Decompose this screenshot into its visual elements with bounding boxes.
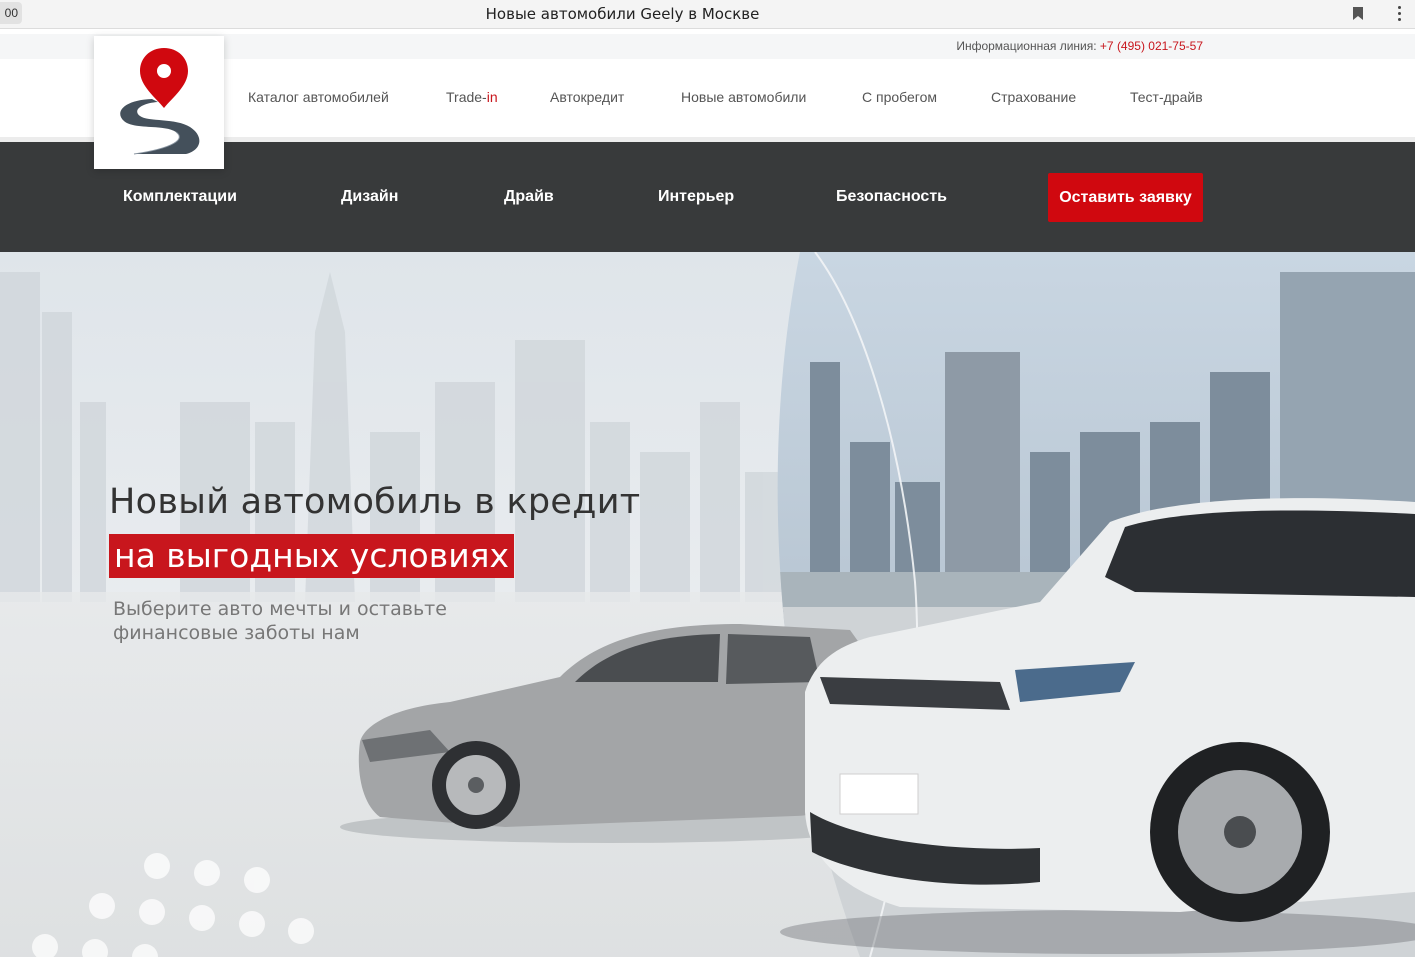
info-label: Информационная линия: [956,39,1100,53]
hero-heading: Новый автомобиль в кредит [109,482,641,522]
window-title: Новые автомобили Geely в Москве [485,5,760,23]
nav-new-cars[interactable]: Новые автомобили [681,89,806,105]
nav-used-cars[interactable]: С пробегом [862,89,937,105]
subnav-safety[interactable]: Безопасность [836,188,947,206]
hero-heading-highlight: на выгодных условиях [109,534,515,578]
nav-catalog[interactable]: Каталог автомобилей [248,89,389,105]
nav-test-drive[interactable]: Тест-драйв [1130,89,1203,105]
nav-autocredit[interactable]: Автокредит [550,89,624,105]
info-line: Информационная линия: +7 (495) 021-75-57 [956,39,1203,53]
browser-title-bar: 00 Новые автомобили Geely в Москве [0,0,1415,29]
subnav-interior[interactable]: Интерьер [658,188,734,206]
hero-subtitle: Выберите авто мечты и оставьте финансовы… [113,598,447,644]
subnav-trims[interactable]: Комплектации [123,188,237,206]
road-pin-logo-icon [120,48,200,155]
nav-insurance[interactable]: Страхование [991,89,1076,105]
hero-banner: Новый автомобиль в кредит на выгодных ус… [0,252,1415,957]
nav-trade-in-label: Trade- [446,89,487,105]
leave-request-button[interactable]: Оставить заявку [1048,173,1203,222]
kebab-menu-icon[interactable] [1396,6,1402,22]
nav-trade-in[interactable]: Trade-in [446,89,498,105]
site-logo[interactable] [94,36,224,169]
subnav-design[interactable]: Дизайн [341,188,398,206]
nav-trade-in-accent: in [486,89,498,105]
phone-link[interactable]: +7 (495) 021-75-57 [1100,39,1203,53]
subnav-drive[interactable]: Драйв [504,188,554,206]
bookmark-icon[interactable] [1352,6,1364,21]
